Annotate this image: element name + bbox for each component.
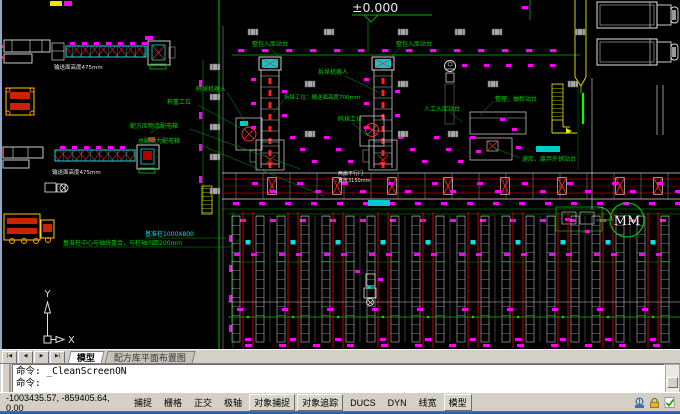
- trusted-dwg-icon[interactable]: [663, 396, 676, 409]
- communication-center-icon[interactable]: [633, 396, 646, 409]
- svg-text:输送面高度475mm: 输送面高度475mm: [52, 168, 101, 176]
- svg-text:整理、抽检站台: 整理、抽检站台: [495, 95, 537, 103]
- svg-text:人工入库站台: 人工入库站台: [424, 105, 460, 113]
- status-toggle-模型[interactable]: 模型: [444, 394, 472, 411]
- toolbar-lock-icon[interactable]: [648, 396, 661, 409]
- window-left-border: [0, 0, 2, 349]
- svg-text:输送面高度475mm: 输送面高度475mm: [54, 63, 103, 71]
- status-toggle-DYN[interactable]: DYN: [383, 396, 412, 410]
- tab-layout-plan[interactable]: 配方库平面布置图: [104, 351, 195, 364]
- status-toggle-极轴[interactable]: 极轴: [219, 394, 247, 411]
- svg-text:宽度3150mm: 宽度3150mm: [338, 177, 371, 184]
- svg-text:MM: MM: [614, 214, 641, 229]
- status-toggle-栅格[interactable]: 栅格: [159, 394, 187, 411]
- autocad-window: ±0.000 MM 输送面高度475mm 输送面高度475mm 整包入库站台 整包入库站台…: [0, 0, 680, 414]
- svg-text:基准柱1000X800: 基准柱1000X800: [145, 230, 194, 238]
- status-toggle-线宽[interactable]: 线宽: [414, 394, 442, 411]
- status-toggle-对象捕捉[interactable]: 对象捕捉: [249, 394, 295, 411]
- svg-text:退库、废弃外销站台: 退库、废弃外销站台: [522, 155, 576, 163]
- command-window: 命令: _CleanScreenON 命令:: [0, 363, 680, 393]
- tab-model-label: 模型: [77, 352, 95, 364]
- svg-text:整包入库站台: 整包入库站台: [252, 40, 288, 48]
- tab-nav-first-button[interactable]: |◀: [2, 351, 17, 364]
- tab-nav-buttons: |◀◀▶▶|: [2, 351, 66, 364]
- status-toggle-DUCS[interactable]: DUCS: [345, 396, 381, 410]
- svg-text:拆垛机器人: 拆垛机器人: [318, 68, 348, 76]
- svg-text:称重工位: 称重工位: [167, 98, 191, 106]
- status-toggle-group: 捕捉栅格正交极轴对象捕捉对象追踪DUCSDYN线宽模型: [128, 394, 473, 411]
- status-toggle-对象追踪[interactable]: 对象追踪: [297, 394, 343, 411]
- status-tray: [633, 396, 680, 409]
- status-bar: -1003435.57, -859405.64, 0.00 捕捉栅格正交极轴对象…: [0, 392, 680, 412]
- svg-text:码垛工位: 码垛工位: [338, 115, 362, 123]
- svg-text:基准柱中心与轴线重合，与柱轴间距200mm: 基准柱中心与轴线重合，与柱轴间距200mm: [63, 239, 182, 247]
- drawing-canvas[interactable]: ±0.000 MM 输送面高度475mm 输送面高度475mm 整包入库站台 整包入库站台…: [0, 0, 680, 349]
- svg-text:整包入库站台: 整包入库站台: [396, 40, 432, 48]
- command-prompt-line[interactable]: 命令:: [16, 378, 661, 390]
- svg-text:Y: Y: [44, 289, 52, 300]
- command-window-grip[interactable]: [1, 364, 11, 393]
- tab-nav-last-button[interactable]: ▶|: [50, 351, 65, 364]
- command-history-line: 命令: _CleanScreenON: [16, 366, 661, 378]
- coordinate-readout: -1003435.57, -859405.64, 0.00: [0, 393, 128, 413]
- tab-layout-plan-label: 配方库平面布置图: [114, 352, 186, 364]
- svg-text:总配动力配电箱: 总配动力配电箱: [138, 137, 180, 145]
- command-scrollbar-thumb[interactable]: [667, 377, 678, 388]
- svg-text:拆垛工位：输送面高度700mm: 拆垛工位：输送面高度700mm: [284, 93, 360, 101]
- command-scrollbar[interactable]: [665, 364, 680, 393]
- tab-nav-next-button[interactable]: ▶: [34, 351, 49, 364]
- svg-text:±0.000: ±0.000: [352, 0, 398, 15]
- svg-text:码垛机器人: 码垛机器人: [196, 85, 226, 93]
- svg-text:两扇平行门: 两扇平行门: [338, 170, 363, 177]
- svg-text:X: X: [68, 335, 75, 346]
- tab-nav-prev-button[interactable]: ◀: [18, 351, 33, 364]
- command-text-area[interactable]: 命令: _CleanScreenON 命令:: [12, 364, 665, 393]
- layout-tabbar: |◀◀▶▶| 模型 配方库平面布置图: [0, 349, 680, 364]
- svg-text:配方库物流配电箱: 配方库物流配电箱: [130, 122, 178, 130]
- tab-model[interactable]: 模型: [67, 351, 104, 364]
- status-toggle-捕捉[interactable]: 捕捉: [129, 394, 157, 411]
- status-toggle-正交[interactable]: 正交: [189, 394, 217, 411]
